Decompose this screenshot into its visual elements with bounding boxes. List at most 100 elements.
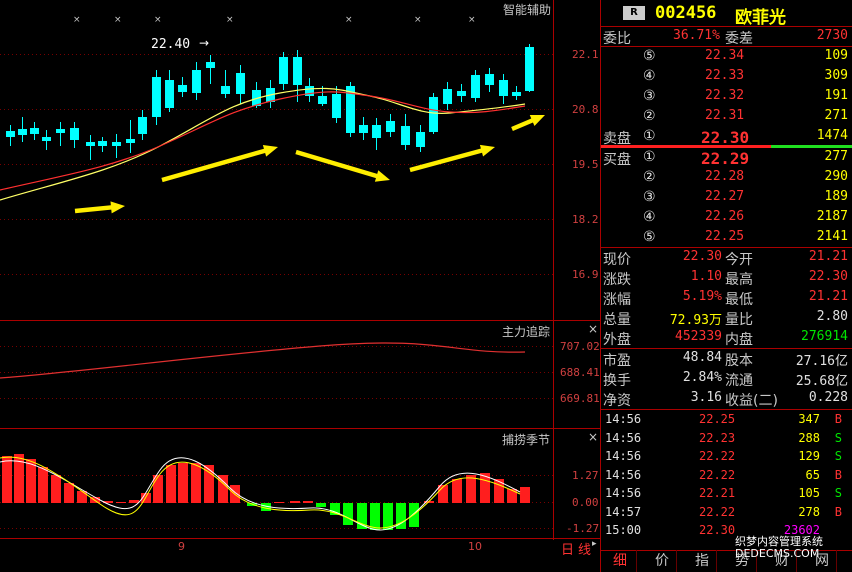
tick-row: 14:56 22.25 347 B [601,411,852,429]
close-icon[interactable]: × [588,430,598,444]
macd-bar [64,483,74,503]
x-axis-label: 9 [178,540,185,553]
stat-row: 现价 22.30 今开 21.21 [601,248,852,268]
stat-label: 内盘 [725,332,753,348]
stat-value: 452339 [675,329,722,344]
macd-bar [507,489,517,503]
stat-value: 72.93万 [669,313,722,328]
rank-badge[interactable]: R [623,6,645,20]
stat-label: 涨幅 [603,292,631,308]
tab-detail[interactable]: 细 [601,550,637,572]
candle-body [443,89,452,104]
weibi-row: 委比 36.71% 委差 2730 [603,28,848,47]
tick-volume: 288 [798,430,820,445]
stock-header: R 002456 欧菲光 [601,2,852,28]
tab-index[interactable]: 指 [677,550,717,572]
quote-panel: R 002456 欧菲光 委比 36.71% 委差 2730 ⑤ 22.34 109… [601,0,852,572]
tick-time: 14:56 [605,449,642,463]
candle-body [138,117,147,134]
trend-arrow [74,201,125,214]
macd-bar [452,479,462,503]
tick-price: 22.23 [699,430,736,445]
fundamental-row: 市盈 48.84 股本 27.16亿 [601,349,852,369]
stock-code: 002456 [655,3,717,23]
kline-chart-svg[interactable]: × × × × × × × [0,0,600,572]
macd-bar [303,501,313,503]
candle-body [178,85,187,92]
period-line-label: 线 [578,543,592,558]
period-day-button[interactable]: 日 [561,539,574,558]
candle-body [499,80,508,96]
stat-value: 21.21 [808,289,848,304]
fundamental-row: 净资 3.16 收益(二) 0.228 [601,389,852,409]
trend-arrow [161,145,278,183]
close-icon[interactable]: × [588,322,598,336]
candle-body [86,142,95,146]
tick-row: 14:57 22.22 278 B [601,504,852,522]
candle-body [416,132,425,147]
ask-price: 22.34 [705,48,745,63]
candlestick-series [6,44,534,160]
x-axis-label: 10 [468,540,482,553]
bid-level: ⑤ [643,229,656,245]
stat-label: 涨跌 [603,272,631,288]
stat-label: 现价 [603,252,631,268]
stat-label: 最低 [725,292,753,308]
tick-time: 14:57 [605,504,642,519]
candle-body [293,57,302,85]
tab-price[interactable]: 价 [637,550,677,572]
fund-label: 股本 [725,353,753,369]
tick-volume: 278 [798,504,820,519]
bid-row: ③ 22.27 189 [601,188,852,208]
candle-body [525,47,534,91]
stat-label: 总量 [603,312,631,328]
bid-volume: 2141 [816,229,848,244]
stat-row: 外盘 452339 内盘 276914 [601,328,852,348]
macd-bar [409,503,419,527]
tick-price: 22.22 [699,449,736,463]
tick-volume: 65 [805,467,820,482]
macd-bar [116,502,126,503]
candle-body [512,92,521,96]
candle-body [18,129,27,135]
stat-row: 总量 72.93万 量比 2.80 [601,308,852,328]
macd-bar [494,479,504,503]
price-tick: 20.8 [572,103,599,116]
bid-row: ⑤ 22.25 2141 [601,228,852,248]
candle-body [279,57,288,84]
high-arrow-icon: → [199,36,210,50]
main-force-line-path [0,342,526,379]
candle-body [457,91,466,96]
candle-body [206,62,215,68]
stat-label: 外盘 [603,332,631,348]
macd-bar [343,503,353,525]
candle-body [318,96,327,104]
stat-value: 276914 [801,329,848,344]
price-tick: 18.2 [572,213,599,226]
tick-side: B [834,412,842,426]
macd-bar [290,501,300,503]
bid-volume: 2187 [816,209,848,224]
ask-row: ④ 22.33 309 [601,67,852,87]
event-marker: × [114,15,122,25]
macd-bar [178,463,188,503]
candle-body [372,125,381,138]
tick-row: 14:56 22.22 65 B [601,467,852,485]
bid-row: ② 22.28 290 [601,168,852,188]
scroll-right-icon[interactable]: ▸ [592,539,597,549]
macd-bar [51,475,61,503]
ask-row: 卖盘 ① 22.30 1474 [601,127,852,147]
ask-volume: 109 [824,48,848,63]
ask-row: ② 22.31 271 [601,107,852,127]
trend-arrow [409,144,495,173]
sub1-tick: 669.81 [560,392,600,405]
sub2-panel-title: 捕捞季节 [502,433,551,447]
event-marker: × [226,15,234,25]
tick-price: 22.21 [699,486,736,500]
candle-body [6,131,15,137]
ask-volume: 309 [824,68,848,83]
macd-bar [191,463,201,503]
main-force-line [0,342,526,379]
watermark: 织梦内容管理系统 DEDECMS.COM [735,535,823,560]
kline-chart-area[interactable]: × × × × × × × 智能辅助 22.40 → 22.1 20.8 19.… [0,0,600,572]
